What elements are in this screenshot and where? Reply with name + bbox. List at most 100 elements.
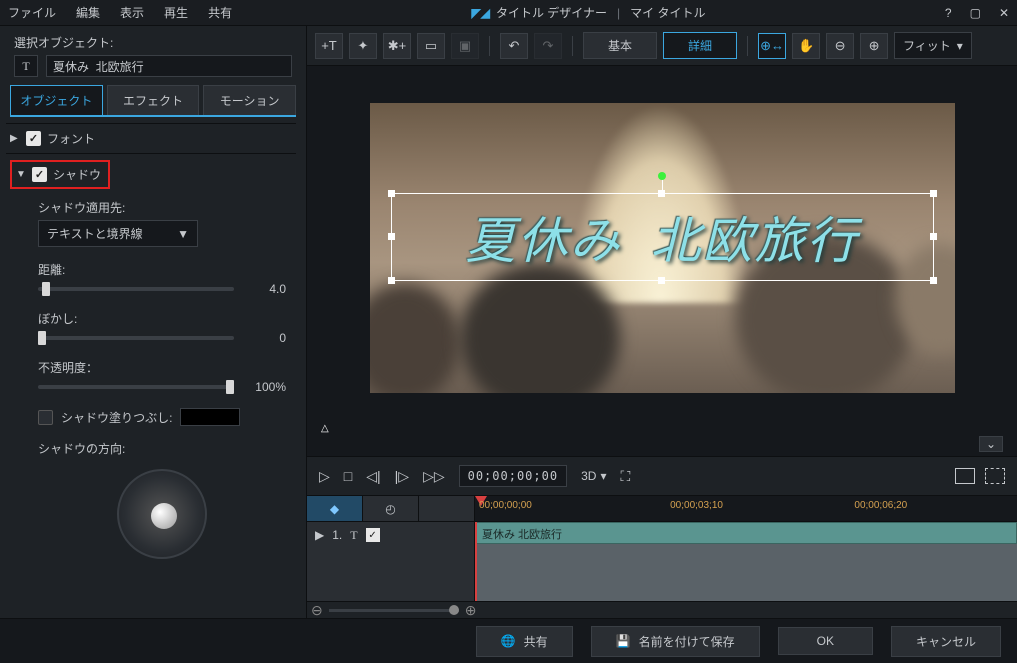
shadow-group-label: シャドウ: [53, 166, 101, 183]
add-image-button[interactable]: ▣: [451, 33, 479, 59]
preview-canvas[interactable]: 夏休み 北欧旅行: [370, 103, 955, 393]
fast-forward-button[interactable]: ▷▷: [423, 468, 445, 485]
track-visible-checkbox[interactable]: ✓: [366, 528, 380, 542]
opacity-slider[interactable]: [38, 385, 234, 389]
redo-button[interactable]: ↷: [534, 33, 562, 59]
distance-slider[interactable]: [38, 287, 234, 291]
prev-frame-button[interactable]: ◁|: [366, 468, 380, 485]
text-object-icon: T: [14, 55, 38, 77]
safe-zone-button[interactable]: [985, 468, 1005, 484]
resize-handle[interactable]: [930, 190, 937, 197]
timeline-track[interactable]: 夏休み 北欧旅行: [475, 522, 1017, 601]
blur-slider[interactable]: [38, 336, 234, 340]
timeline-clip[interactable]: 夏休み 北欧旅行: [475, 522, 1017, 544]
title-text[interactable]: 夏休み 北欧旅行: [466, 201, 859, 273]
undo-button[interactable]: ↶: [500, 33, 528, 59]
shadow-group-header[interactable]: ▼ ✓ シャドウ: [10, 160, 110, 189]
stop-button[interactable]: □: [344, 468, 352, 484]
font-group-label: フォント: [47, 130, 95, 147]
track-header[interactable]: ▶ 1. T ✓: [307, 522, 475, 601]
shadow-fill-label: シャドウ塗りつぶし:: [61, 409, 172, 426]
menu-edit[interactable]: 編集: [76, 4, 100, 21]
chevron-right-icon: ▶: [10, 133, 20, 144]
zoom-in-icon[interactable]: ⊕: [465, 602, 477, 619]
track-number: 1.: [332, 528, 342, 542]
play-button[interactable]: ▷: [319, 468, 330, 485]
selected-object-label: 選択オブジェクト:: [0, 26, 306, 55]
shadow-checkbox[interactable]: ✓: [32, 167, 47, 182]
expand-button[interactable]: ⌄: [979, 436, 1003, 452]
blur-value: 0: [246, 331, 286, 345]
maximize-icon[interactable]: ▢: [970, 6, 981, 20]
add-text-button[interactable]: +T: [315, 33, 343, 59]
object-name-input[interactable]: [46, 55, 292, 77]
save-as-button[interactable]: 💾名前を付けて保存: [591, 626, 760, 657]
mode-advanced-button[interactable]: 詳細: [663, 32, 737, 59]
preview-scrubber[interactable]: △: [319, 420, 1005, 436]
separator: [489, 36, 490, 56]
menu-file[interactable]: ファイル: [8, 4, 56, 21]
shadow-color-swatch[interactable]: [180, 408, 240, 426]
pan-tool-button[interactable]: ✋: [792, 33, 820, 59]
menu-play[interactable]: 再生: [164, 4, 188, 21]
menu-share[interactable]: 共有: [208, 4, 232, 21]
grid-view-button[interactable]: [955, 468, 975, 484]
app-title: ◤◢ タイトル デザイナー | マイ タイトル: [232, 4, 945, 21]
fit-select[interactable]: フィット▾: [894, 32, 972, 59]
time-mode-button[interactable]: ◴: [363, 496, 419, 521]
resize-handle[interactable]: [388, 190, 395, 197]
timeline-ruler[interactable]: 00;00;00;00 00;00;03;10 00;00;06;20: [475, 496, 1017, 521]
tab-motion[interactable]: モーション: [203, 85, 296, 115]
opacity-value: 100%: [246, 380, 286, 394]
resize-handle[interactable]: [658, 277, 665, 284]
chevron-down-icon: ▾: [957, 39, 963, 53]
zoom-out-icon[interactable]: ⊖: [311, 602, 323, 619]
close-icon[interactable]: ✕: [999, 6, 1009, 20]
keyframe-mode-button[interactable]: ◆: [307, 496, 363, 521]
add-rect-button[interactable]: ▭: [417, 33, 445, 59]
add-effect-button[interactable]: ✱+: [383, 33, 411, 59]
fullscreen-button[interactable]: ⛶: [620, 468, 630, 485]
tab-object[interactable]: オブジェクト: [10, 85, 103, 115]
resize-handle[interactable]: [388, 277, 395, 284]
menu-view[interactable]: 表示: [120, 4, 144, 21]
playhead-line[interactable]: [475, 522, 477, 601]
resize-handle[interactable]: [658, 190, 665, 197]
resize-handle[interactable]: [930, 233, 937, 240]
title-bounding-box[interactable]: 夏休み 北欧旅行: [391, 193, 934, 281]
zoom-in-button[interactable]: ⊕: [860, 33, 888, 59]
shadow-apply-select[interactable]: テキストと境界線 ▼: [38, 220, 198, 247]
resize-handle[interactable]: [930, 277, 937, 284]
tab-effect[interactable]: エフェクト: [107, 85, 200, 115]
opacity-label: 不透明度：: [38, 359, 286, 376]
move-tool-button[interactable]: ⊕↔: [758, 33, 786, 59]
font-group-header[interactable]: ▶ ✓ フォント: [10, 130, 292, 147]
blur-label: ぼかし:: [38, 310, 286, 327]
shadow-fill-checkbox[interactable]: [38, 410, 53, 425]
chevron-down-icon: ▼: [177, 227, 189, 241]
font-checkbox[interactable]: ✓: [26, 131, 41, 146]
direction-dial[interactable]: [117, 469, 207, 559]
ok-button[interactable]: OK: [778, 627, 873, 655]
separator: [747, 36, 748, 56]
chevron-down-icon: ▼: [16, 169, 26, 180]
3d-toggle[interactable]: 3D ▾: [581, 469, 606, 483]
save-icon: 💾: [616, 634, 631, 648]
zoom-slider[interactable]: [329, 609, 459, 612]
help-icon[interactable]: ?: [945, 6, 952, 20]
timecode-display[interactable]: 00;00;00;00: [459, 465, 567, 487]
direction-label: シャドウの方向:: [38, 440, 286, 457]
share-button[interactable]: 🌐共有: [476, 626, 573, 657]
globe-icon: 🌐: [501, 634, 516, 648]
mode-basic-button[interactable]: 基本: [583, 32, 657, 59]
app-logo-icon: ◤◢: [471, 6, 489, 20]
resize-handle[interactable]: [388, 233, 395, 240]
rotate-handle[interactable]: [658, 172, 666, 180]
shadow-apply-label: シャドウ適用先:: [38, 199, 286, 216]
next-frame-button[interactable]: |▷: [395, 468, 409, 485]
text-track-icon: T: [350, 528, 357, 543]
zoom-out-button[interactable]: ⊖: [826, 33, 854, 59]
cancel-button[interactable]: キャンセル: [891, 626, 1001, 657]
separator: [572, 36, 573, 56]
add-particle-button[interactable]: ✦: [349, 33, 377, 59]
